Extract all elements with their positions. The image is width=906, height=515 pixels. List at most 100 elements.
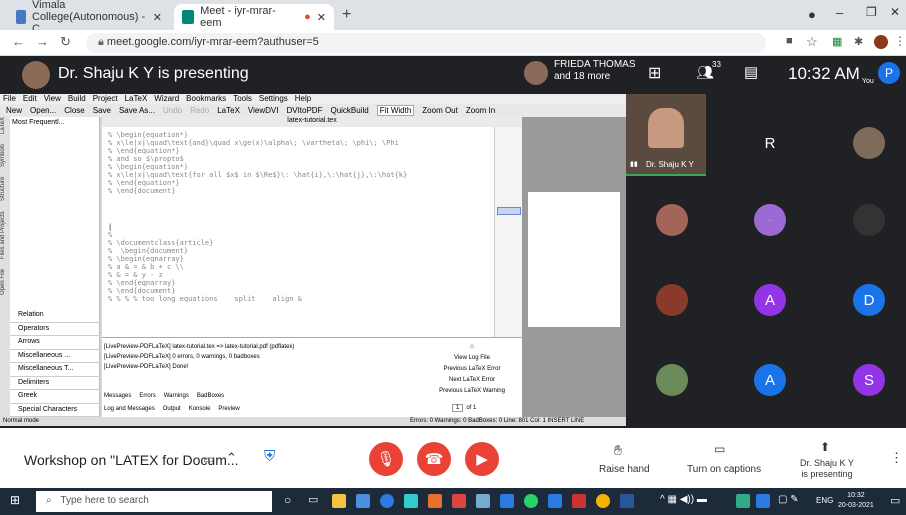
language-indicator[interactable]: ENG [816, 496, 833, 505]
tab-preview[interactable]: Preview [218, 406, 239, 412]
menu-project[interactable]: Project [93, 94, 118, 104]
captions-small-icon[interactable]: ▭ [203, 452, 214, 466]
prev-error-button[interactable]: Previous LaTeX Error [424, 364, 520, 375]
participant-tile[interactable]: A [754, 284, 786, 316]
code-minimap[interactable] [494, 127, 522, 337]
participant-tile-photo[interactable] [853, 204, 885, 236]
menu-build[interactable]: Build [68, 94, 86, 104]
app-icon[interactable] [428, 494, 442, 508]
camera-icon[interactable]: ■ [786, 35, 793, 47]
quickbuild-button[interactable]: QuickBuild [330, 106, 368, 115]
taskbar-clock[interactable]: 10:32 20-03-2021 [838, 491, 874, 511]
zoom-out-button[interactable]: Zoom Out [422, 106, 458, 115]
minimize-icon[interactable]: – [836, 5, 843, 20]
participant-tile[interactable]: S [853, 364, 885, 396]
more-icon[interactable]: ⋮ [894, 34, 906, 48]
redo-button[interactable]: Redo [190, 106, 209, 115]
participant-tile-photo[interactable] [853, 127, 885, 159]
forward-icon[interactable]: → [36, 34, 49, 49]
participant-tile-photo[interactable] [656, 364, 688, 396]
side-tab-symbols[interactable]: Symbols [0, 144, 6, 167]
symbol-group[interactable]: Operators [10, 323, 100, 336]
powerpoint-icon[interactable] [572, 494, 586, 508]
side-tab-structure[interactable]: Structure [0, 177, 6, 201]
symbol-group[interactable]: Miscellaneous T... [10, 363, 100, 377]
side-tab-files[interactable]: Files and Projects [0, 211, 6, 259]
menu-view[interactable]: View [44, 94, 61, 104]
maximize-icon[interactable]: ❐ [866, 5, 877, 19]
tab-konsole[interactable]: Konsole [189, 406, 211, 412]
edge-icon[interactable] [380, 494, 394, 508]
menu-bookmarks[interactable]: Bookmarks [186, 94, 226, 104]
menu-help[interactable]: Help [295, 94, 311, 104]
notifications-icon[interactable]: ▭ [890, 494, 900, 507]
view-log-button[interactable]: View Log File [424, 353, 520, 364]
symbol-group[interactable]: Relation [10, 309, 100, 323]
tab-warnings[interactable]: Warnings [164, 393, 189, 399]
app-icon[interactable] [404, 494, 418, 508]
page-number-field[interactable]: 1 [452, 404, 464, 412]
windows-start-icon[interactable]: ⊞ [10, 493, 20, 507]
file-explorer-icon[interactable] [332, 494, 346, 508]
menu-wizard[interactable]: Wizard [154, 94, 179, 104]
menu-edit[interactable]: Edit [23, 94, 37, 104]
window-close-icon[interactable]: ✕ [890, 5, 900, 19]
layout-icon[interactable]: ⊞ [648, 63, 661, 83]
app-icon[interactable] [476, 494, 490, 508]
zoom-in-button[interactable]: Zoom In [466, 106, 495, 115]
participant-tile[interactable]: · [754, 204, 786, 236]
menu-file[interactable]: File [3, 94, 16, 104]
code-editor[interactable]: % \begin{equation*} % x\le|x|\quad\text{… [102, 127, 494, 337]
zoom-select[interactable]: Fit Width [376, 105, 415, 116]
captions-label[interactable]: Turn on captions [687, 464, 761, 475]
minimap-viewport[interactable] [497, 207, 521, 215]
menu-settings[interactable]: Settings [259, 94, 288, 104]
tab-meet[interactable]: Meet - iyr-mrar-eem ● ✕ [174, 4, 334, 30]
chat-icon[interactable]: ▤ [744, 63, 758, 81]
word-icon[interactable] [620, 494, 634, 508]
more-options-icon[interactable]: ⋮ [890, 450, 903, 466]
back-icon[interactable]: ← [12, 34, 25, 49]
camera-off-button[interactable]: ▶ [465, 442, 499, 476]
tab-output[interactable]: Output [163, 406, 181, 412]
reload-icon[interactable]: ↻ [60, 34, 71, 50]
open-button[interactable]: Open... [30, 106, 56, 115]
participant-tile[interactable]: A [754, 364, 786, 396]
undo-button[interactable]: Undo [163, 106, 182, 115]
shield-icon[interactable]: ⛨ [264, 448, 275, 465]
puzzle-icon[interactable]: ✱ [854, 35, 863, 48]
store-icon[interactable] [356, 494, 370, 508]
tab-errors[interactable]: Errors [139, 393, 155, 399]
star-icon[interactable]: ☆ [806, 34, 818, 50]
close-icon[interactable]: ✕ [317, 11, 326, 24]
tray-app-icon[interactable] [736, 494, 750, 508]
mail-icon[interactable] [500, 494, 514, 508]
side-tab-latex[interactable]: LaTeX [0, 117, 6, 134]
dvitopdf-button[interactable]: DVItoPDF [286, 106, 322, 115]
next-error-button[interactable]: Next LaTeX Error [424, 375, 520, 386]
chrome-icon[interactable] [596, 494, 610, 508]
captions-icon[interactable]: ▭ [714, 442, 725, 456]
cortana-icon[interactable]: ○ [284, 493, 291, 507]
close-icon[interactable]: ✕ [153, 11, 162, 24]
taskbar-search[interactable]: ⌕ Type here to search [36, 491, 272, 512]
participant-tile-photo[interactable] [656, 284, 688, 316]
app-icon[interactable] [452, 494, 466, 508]
tab-messages[interactable]: Messages [104, 393, 131, 399]
tab-log-and-messages[interactable]: Log and Messages [104, 406, 155, 412]
prev-warning-button[interactable]: Previous LaTeX Warning [424, 386, 520, 397]
new-tab-icon[interactable]: + [342, 6, 351, 24]
tray-more-icons[interactable]: ▢ ✎ [778, 494, 799, 505]
latex-button[interactable]: LaTeX [217, 106, 240, 115]
task-view-icon[interactable]: ▭ [308, 493, 318, 506]
participant-tile[interactable]: R [754, 127, 786, 159]
presenter-status[interactable]: Dr. Shaju K Y is presenting [800, 458, 854, 480]
side-tab-open-file[interactable]: Open File [0, 269, 6, 295]
tab-vimala[interactable]: Vimala College(Autonomous) - C ✕ [8, 0, 170, 35]
tray-app-icon[interactable] [756, 494, 770, 508]
participant-tile-photo[interactable] [656, 204, 688, 236]
viewdvi-button[interactable]: ViewDVI [248, 106, 279, 115]
tab-badboxes[interactable]: BadBoxes [197, 393, 224, 399]
raise-hand-icon[interactable]: ✋︎ [614, 442, 622, 459]
menu-tools[interactable]: Tools [233, 94, 252, 104]
